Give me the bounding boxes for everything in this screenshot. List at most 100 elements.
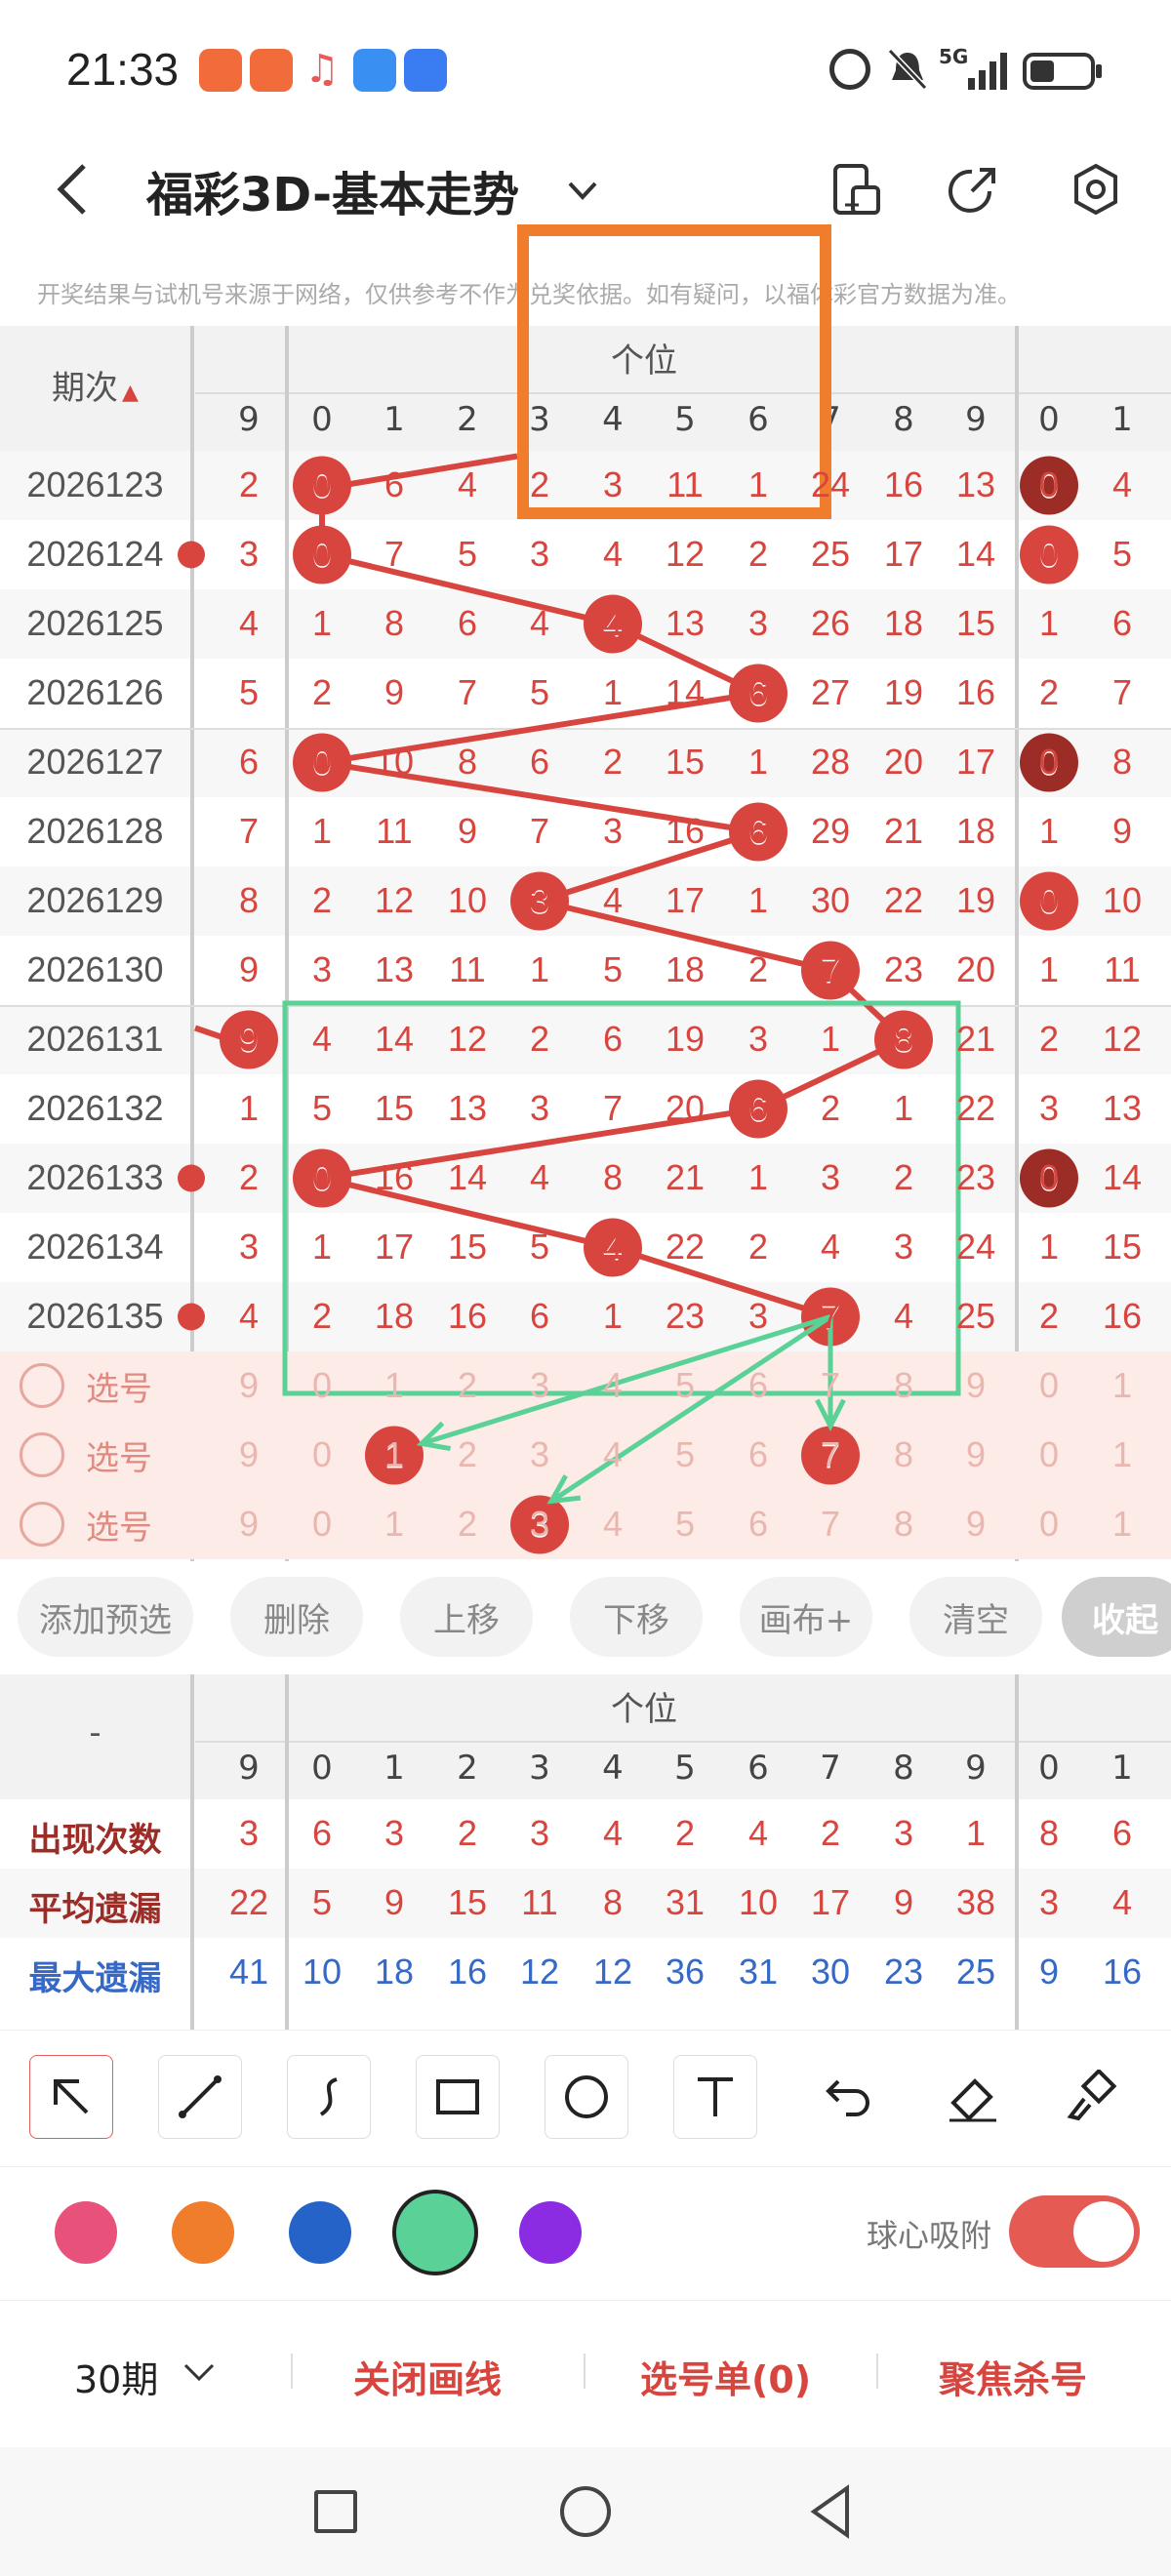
circle-tool-icon[interactable] xyxy=(545,2055,628,2139)
selection-list-button[interactable]: 选号单(0) xyxy=(640,2350,811,2403)
select-number-cell[interactable]: 8 xyxy=(868,1434,941,1475)
select-number-cell[interactable]: 0 xyxy=(286,1434,359,1475)
eraser-icon[interactable] xyxy=(931,2055,1015,2139)
select-number-cell[interactable]: 5 xyxy=(649,1504,722,1545)
select-number-cell[interactable]: 6 xyxy=(722,1504,795,1545)
select-number-cell[interactable]: 7 xyxy=(794,1365,868,1406)
select-number-cell[interactable]: 1 xyxy=(358,1434,431,1475)
select-number-cell[interactable]: 9 xyxy=(213,1434,286,1475)
number-cell: 9 xyxy=(1111,811,1132,851)
select-number-cell[interactable]: 9 xyxy=(940,1365,1013,1406)
move-up-button[interactable]: 上移 xyxy=(400,1577,533,1657)
select-number-cell[interactable]: 2 xyxy=(431,1434,505,1475)
select-number-cell[interactable]: 0 xyxy=(286,1504,359,1545)
add-preselect-button[interactable]: 添加预选 xyxy=(18,1577,193,1657)
select-number-cell[interactable]: 3 xyxy=(504,1504,577,1545)
line-tool-icon[interactable] xyxy=(158,2055,242,2139)
clear-button[interactable]: 清空 xyxy=(909,1577,1042,1657)
focus-kill-button[interactable]: 聚焦杀号 xyxy=(939,2350,1087,2403)
select-radio-icon[interactable] xyxy=(20,1432,64,1477)
select-number-cell[interactable]: 3 xyxy=(504,1365,577,1406)
period-cell: 2026127 xyxy=(26,742,164,782)
number-cell: 4 xyxy=(311,1019,332,1059)
select-number-cell[interactable]: 9 xyxy=(940,1434,1013,1475)
select-number-cell[interactable]: 9 xyxy=(213,1365,286,1406)
recents-icon[interactable] xyxy=(314,2490,357,2533)
select-number-cell[interactable]: 8 xyxy=(868,1365,941,1406)
green-arrow-head xyxy=(546,1474,582,1505)
stats-value-cell: 12 xyxy=(592,1952,632,1992)
chevron-down-icon[interactable] xyxy=(180,2357,219,2387)
color-swatch-blue[interactable] xyxy=(289,2201,351,2264)
number-cell: 21 xyxy=(665,1157,705,1197)
select-radio-icon[interactable] xyxy=(20,1502,64,1547)
number-cell: 22 xyxy=(955,1088,995,1128)
back-icon[interactable] xyxy=(53,160,92,219)
select-number-cell[interactable]: 3 xyxy=(504,1434,577,1475)
period-selector[interactable]: 30期 xyxy=(74,2350,158,2403)
page-title[interactable]: 福彩3D-基本走势 xyxy=(146,156,519,224)
select-number-cell[interactable]: 8 xyxy=(868,1504,941,1545)
select-number-cell[interactable]: 6 xyxy=(722,1365,795,1406)
select-number-cell[interactable]: 2 xyxy=(431,1365,505,1406)
column-divider xyxy=(285,1674,289,2030)
select-number-cell[interactable]: 1 xyxy=(358,1365,431,1406)
select-number-cell[interactable]: 4 xyxy=(577,1434,650,1475)
undo-icon[interactable] xyxy=(802,2055,886,2139)
select-number-cell[interactable]: 4 xyxy=(577,1504,650,1545)
stats-section-title: 个位 xyxy=(611,1690,677,1729)
brush-icon[interactable] xyxy=(1050,2055,1134,2139)
select-number-cell[interactable]: 1 xyxy=(1086,1504,1159,1545)
collapse-button[interactable]: 收起 xyxy=(1062,1577,1171,1657)
number-cell: 22 xyxy=(665,1227,705,1267)
number-cell: 2 xyxy=(529,464,549,504)
snap-toggle[interactable] xyxy=(1009,2195,1140,2268)
color-swatch-pink[interactable] xyxy=(55,2201,117,2264)
color-swatch-green-selected[interactable] xyxy=(392,2190,478,2275)
select-row-label[interactable]: 选号 xyxy=(20,1500,152,1549)
select-number-cell[interactable]: 6 xyxy=(722,1434,795,1475)
select-number-cell[interactable]: 1 xyxy=(358,1504,431,1545)
select-row-label[interactable]: 选号 xyxy=(20,1430,152,1479)
select-number-cell[interactable]: 0 xyxy=(1013,1504,1086,1545)
select-number-cell[interactable]: 9 xyxy=(940,1504,1013,1545)
color-swatch-purple[interactable] xyxy=(519,2201,582,2264)
number-cell: 18 xyxy=(955,811,995,851)
select-number-cell[interactable]: 5 xyxy=(649,1434,722,1475)
text-tool-icon[interactable] xyxy=(673,2055,757,2139)
settings-icon[interactable] xyxy=(1070,162,1122,217)
move-down-button[interactable]: 下移 xyxy=(570,1577,703,1657)
share-icon[interactable] xyxy=(947,162,1001,217)
select-row-label[interactable]: 选号 xyxy=(20,1361,152,1410)
select-number-cell[interactable]: 0 xyxy=(1013,1434,1086,1475)
back-nav-icon[interactable] xyxy=(808,2484,855,2539)
chevron-down-icon[interactable] xyxy=(564,176,601,205)
select-number-cell[interactable]: 5 xyxy=(649,1365,722,1406)
select-number-cell[interactable]: 1 xyxy=(1086,1365,1159,1406)
stats-value-cell: 36 xyxy=(665,1952,705,1992)
select-number-cell[interactable]: 0 xyxy=(286,1365,359,1406)
number-cell: 4 xyxy=(602,603,623,643)
period-cell: 2026130 xyxy=(26,949,164,989)
number-cell: 23 xyxy=(883,949,923,989)
select-number-cell[interactable]: 4 xyxy=(577,1365,650,1406)
select-number-cell[interactable]: 7 xyxy=(794,1504,868,1545)
home-icon[interactable] xyxy=(560,2486,611,2537)
number-cell: 5 xyxy=(311,1088,332,1128)
color-swatch-orange[interactable] xyxy=(172,2201,234,2264)
rectangle-tool-icon[interactable] xyxy=(416,2055,500,2139)
select-number-cell[interactable]: 0 xyxy=(1013,1365,1086,1406)
delete-button[interactable]: 删除 xyxy=(230,1577,363,1657)
close-draw-button[interactable]: 关闭画线 xyxy=(353,2350,502,2403)
select-number-cell[interactable]: 1 xyxy=(1086,1434,1159,1475)
number-cell: 1 xyxy=(747,742,768,782)
select-number-cell[interactable]: 9 xyxy=(213,1504,286,1545)
select-radio-icon[interactable] xyxy=(20,1363,64,1408)
screen-rotate-icon[interactable] xyxy=(831,162,882,217)
curve-tool-icon[interactable] xyxy=(287,2055,371,2139)
canvas-add-button[interactable]: 画布+ xyxy=(740,1577,872,1657)
select-number-cell[interactable]: 7 xyxy=(794,1434,868,1475)
stats-column-header: 1 xyxy=(1111,1749,1133,1788)
select-arrow-icon[interactable] xyxy=(29,2055,113,2139)
select-number-cell[interactable]: 2 xyxy=(431,1504,505,1545)
